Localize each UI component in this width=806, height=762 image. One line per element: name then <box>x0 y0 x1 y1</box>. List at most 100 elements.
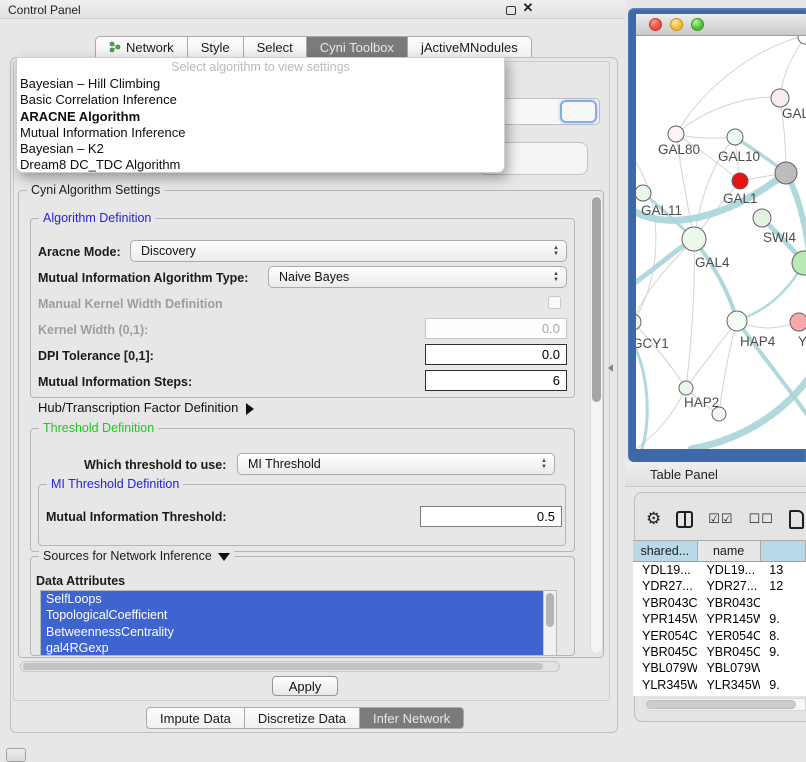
network-edge[interactable] <box>676 97 780 134</box>
table-row[interactable]: YPR145WYPR145W9. <box>633 611 806 627</box>
table-cell: YBR045C <box>633 644 697 660</box>
table-row[interactable]: YIL052CYIL052C9 <box>633 693 806 696</box>
network-edge[interactable] <box>686 239 694 388</box>
table-row[interactable]: YBR045CYBR045C9. <box>633 644 806 660</box>
column-header[interactable]: shared... <box>633 541 698 561</box>
mi-steps-label: Mutual Information Steps: <box>38 375 192 389</box>
algorithm-option[interactable]: Basic Correlation Inference <box>17 92 504 108</box>
attribute-item[interactable]: gal4RGexp <box>41 640 544 656</box>
network-window-titlebar[interactable] <box>636 14 806 36</box>
algorithm-option[interactable]: ARACNE Algorithm <box>17 109 504 125</box>
network-node-hap2[interactable] <box>679 381 693 395</box>
network-edge-highlighted[interactable] <box>694 239 737 321</box>
network-edge[interactable] <box>676 134 735 138</box>
attributes-scrollbar-thumb[interactable] <box>546 593 554 627</box>
attribute-item[interactable]: BetweennessCentrality <box>41 624 544 640</box>
node-table[interactable]: shared...nameYDL19...YDL19...13YDR27...Y… <box>633 540 806 696</box>
manual-kernel-checkbox[interactable] <box>548 296 561 309</box>
network-node[interactable] <box>798 36 806 44</box>
zoom-traffic-light-icon[interactable] <box>691 18 704 31</box>
algorithm-option[interactable]: Bayesian – K2 <box>17 141 504 157</box>
node-label: GCY1 <box>636 336 669 351</box>
dpi-tolerance-field[interactable]: 0.0 <box>425 344 567 365</box>
expanded-arrow-icon <box>218 553 230 561</box>
network-node-gal11[interactable] <box>636 185 651 201</box>
network-node-y[interactable] <box>790 313 806 331</box>
tab-select[interactable]: Select <box>244 36 307 58</box>
settings-scrollbar-thumb[interactable] <box>592 197 601 402</box>
float-window-icon[interactable] <box>506 6 516 15</box>
table-row[interactable]: YBR043CYBR043C <box>633 595 806 611</box>
network-node-gal10[interactable] <box>727 129 743 145</box>
group-title: Cyni Algorithm Settings <box>27 183 164 197</box>
mi-steps-field[interactable]: 6 <box>425 370 567 391</box>
column-header[interactable]: name <box>698 541 761 561</box>
apply-button[interactable]: Apply <box>272 676 338 696</box>
network-node-gal1[interactable] <box>732 173 748 189</box>
cyni-bottom-tabs: Impute Data Discretize Data Infer Networ… <box>146 707 464 729</box>
tab-impute-data[interactable]: Impute Data <box>146 707 245 729</box>
which-threshold-select[interactable]: MI Threshold ▲▼ <box>237 453 555 475</box>
settings-hscrollbar-thumb[interactable] <box>23 663 543 670</box>
kernel-width-field[interactable]: 0.0 <box>425 318 567 339</box>
deselect-all-icon[interactable]: ☐☐ <box>749 511 774 527</box>
network-node[interactable] <box>775 162 797 184</box>
network-edge-highlighted[interactable] <box>636 334 647 449</box>
network-node-gal[interactable] <box>771 89 789 107</box>
network-edge[interactable] <box>636 239 694 322</box>
network-edge-highlighted[interactable] <box>691 371 806 449</box>
network-edge[interactable] <box>780 37 805 98</box>
table-row[interactable]: YBL079WYBL079W <box>633 660 806 676</box>
gear-icon[interactable]: ⚙ <box>646 510 661 528</box>
network-node-gal80[interactable] <box>668 126 684 142</box>
network-node-gcy1[interactable] <box>636 314 641 330</box>
network-node-gal4[interactable] <box>682 227 706 251</box>
table-row[interactable]: YLR345WYLR345W9. <box>633 677 806 693</box>
table-cell: 9. <box>760 611 806 627</box>
attribute-item[interactable]: SelfLoops <box>41 591 544 607</box>
network-node[interactable] <box>712 407 726 421</box>
close-icon[interactable]: ✕ <box>522 2 534 14</box>
algorithm-option[interactable]: Dream8 DC_TDC Algorithm <box>17 157 504 173</box>
table-row[interactable]: YDL19...YDL19...13 <box>633 562 806 578</box>
network-node-swi4[interactable] <box>753 209 771 227</box>
data-attributes-list[interactable]: SelfLoopsTopologicalCoefficientBetweenne… <box>40 590 557 656</box>
network-node-hap4[interactable] <box>727 311 747 331</box>
tab-style[interactable]: Style <box>188 36 244 58</box>
select-all-icon[interactable]: ☑☑ <box>708 511 733 527</box>
attribute-item[interactable]: TopologicalCoefficient <box>41 607 544 623</box>
table-panel-title: Table Panel <box>625 467 718 482</box>
table-panel-header: Table Panel <box>625 462 806 487</box>
minimize-traffic-light-icon[interactable] <box>670 18 683 31</box>
tab-infer-network[interactable]: Infer Network <box>360 707 464 729</box>
network-edge-highlighted[interactable] <box>737 263 804 321</box>
selected-value: Discovery <box>141 244 196 258</box>
algorithm-option[interactable]: Bayesian – Hill Climbing <box>17 76 504 92</box>
table-hscrollbar-thumb[interactable] <box>646 700 796 709</box>
mi-threshold-field[interactable]: 0.5 <box>420 506 562 527</box>
column-header[interactable] <box>761 541 806 561</box>
tab-cyni-toolbox[interactable]: Cyni Toolbox <box>307 36 408 58</box>
tab-discretize-data[interactable]: Discretize Data <box>245 707 360 729</box>
network-edge[interactable] <box>719 321 737 414</box>
minimized-panel-icon[interactable] <box>6 748 26 762</box>
sources-toggle[interactable]: Sources for Network Inference <box>39 549 234 563</box>
export-table-icon[interactable] <box>789 510 804 529</box>
algorithm-option[interactable]: Mutual Information Inference <box>17 125 504 141</box>
table-row[interactable]: YER054CYER054C8. <box>633 628 806 644</box>
tab-jactivemnodules[interactable]: jActiveMNodules <box>408 36 532 58</box>
close-traffic-light-icon[interactable] <box>649 18 662 31</box>
network-canvas[interactable]: GALGAL80GAL10GAL1GAL11SWI4GAL4HAP4YGCY1H… <box>636 36 806 449</box>
network-edge[interactable] <box>686 321 737 388</box>
node-label: Y <box>798 334 806 349</box>
hub-definition-toggle[interactable]: Hub/Transcription Factor Definition <box>38 400 254 415</box>
mi-type-select[interactable]: Naive Bayes ▲▼ <box>268 266 567 288</box>
split-columns-icon[interactable] <box>676 511 693 528</box>
split-pane-collapse-icon[interactable] <box>608 364 613 372</box>
network-edge[interactable] <box>636 154 656 322</box>
aracne-mode-select[interactable]: Discovery ▲▼ <box>130 240 567 262</box>
table-cell <box>760 595 806 611</box>
table-row[interactable]: YDR27...YDR27...12 <box>633 578 806 594</box>
tab-network[interactable]: Network <box>95 36 188 58</box>
tab-label: Infer Network <box>373 711 450 726</box>
